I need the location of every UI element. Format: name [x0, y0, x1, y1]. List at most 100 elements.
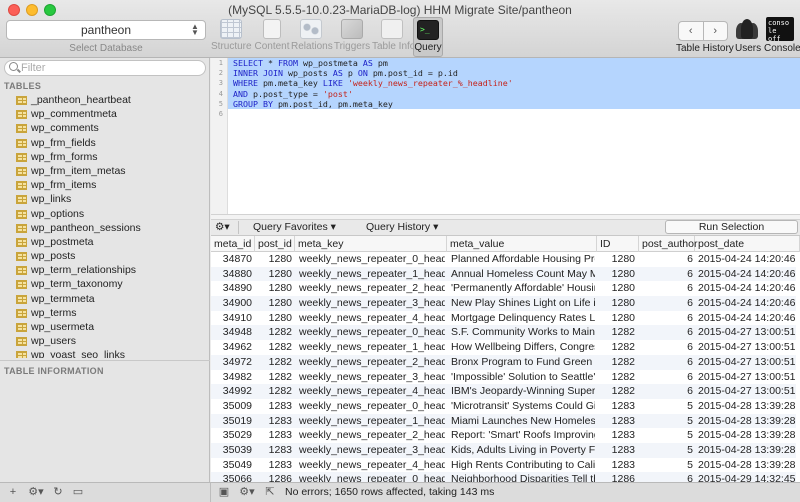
sql-keyword: WHERE	[233, 78, 258, 89]
table-list-item[interactable]: wp_term_relationships	[0, 263, 210, 277]
export-icon[interactable]: ⇱	[263, 485, 277, 500]
results-scrollbar[interactable]	[796, 252, 800, 482]
table-list-item[interactable]: wp_termmeta	[0, 292, 210, 306]
gear-icon[interactable]: ⚙▾	[26, 485, 46, 500]
meta-id-cell: 34992	[222, 385, 252, 398]
console-icon[interactable]: conso le off	[766, 17, 794, 43]
info-icon[interactable]: ▭	[70, 485, 86, 500]
line-number: 3	[218, 79, 223, 88]
table-list-item[interactable]: wp_commentmeta	[0, 107, 210, 121]
refresh-icon[interactable]: ↻	[50, 485, 66, 500]
table-list-item[interactable]: wp_pantheon_sessions	[0, 221, 210, 235]
tab-relations[interactable]: Relations	[291, 19, 333, 55]
table-list-item[interactable]: wp_postmeta	[0, 235, 210, 249]
gear-icon[interactable]: ⚙▾	[237, 485, 257, 500]
filter-placeholder: Filter	[21, 62, 46, 74]
meta-value-cell: Report: 'Smart' Roofs Improving Li...	[451, 429, 595, 442]
column-header[interactable]: meta_id	[211, 236, 255, 252]
id-cell: 1286	[611, 473, 635, 482]
column-header[interactable]: meta_value	[447, 236, 597, 252]
sql-keyword: AS	[332, 68, 343, 79]
meta-value-cell: Mortgage Delinquency Rates Lowe...	[451, 311, 595, 324]
meta-value-cell: Miami Launches New Homeless Ini...	[451, 414, 595, 427]
users-icon[interactable]	[734, 17, 760, 41]
tab-content[interactable]: Content	[252, 19, 292, 55]
table-list-item[interactable]: wp_comments	[0, 121, 210, 135]
table-list-item[interactable]: wp_links	[0, 192, 210, 206]
terminal-icon: >_	[417, 20, 439, 40]
run-selection-button[interactable]: Run Selection	[665, 220, 798, 234]
table-list-item[interactable]: wp_options	[0, 207, 210, 221]
table-list-item[interactable]: wp_terms	[0, 306, 210, 320]
sidebar-splitter[interactable]	[0, 360, 210, 361]
tab-query[interactable]: >_ Query	[413, 17, 443, 57]
tab-table-info[interactable]: Table Info	[372, 19, 415, 55]
table-list-item[interactable]: _pantheon_heartbeat	[0, 93, 210, 107]
post-id-cell: 1283	[268, 458, 292, 471]
post-date-cell: 2015-04-28 13:39:28	[698, 429, 796, 442]
column-header[interactable]: post_id	[255, 236, 295, 252]
table-row[interactable]: 34948 1282 weekly_news_repeater_0_headline…	[211, 325, 796, 341]
table-row[interactable]: 35039 1283 weekly_news_repeater_3_headline…	[211, 442, 796, 458]
tab-triggers[interactable]: Triggers	[332, 19, 372, 55]
query-history-button[interactable]: Query History ▾	[366, 221, 438, 234]
table-list-item[interactable]: wp_yoast_seo_links	[0, 348, 210, 358]
column-header[interactable]: post_date	[695, 236, 800, 252]
sql-keyword: SELECT	[233, 58, 263, 68]
column-header[interactable]: meta_key	[295, 236, 447, 252]
database-select[interactable]: pantheon ▲ ▼	[6, 20, 206, 40]
post-id-cell: 1283	[268, 429, 292, 442]
table-list-item[interactable]: wp_users	[0, 334, 210, 348]
table-row[interactable]: 34880 1280 weekly_news_repeater_1_headline…	[211, 266, 796, 282]
table-row[interactable]: 35029 1283 weekly_news_repeater_2_headline…	[211, 428, 796, 443]
filter-input[interactable]: Filter	[4, 60, 206, 76]
table-list-item[interactable]: wp_term_taxonomy	[0, 277, 210, 291]
sql-text: p.post_type =	[248, 88, 323, 99]
table-list-item[interactable]: wp_usermeta	[0, 320, 210, 334]
status-bar: ▣ ⚙▾ ⇱ No errors; 1650 rows affected, ta…	[211, 482, 800, 502]
table-list-item[interactable]: wp_posts	[0, 249, 210, 263]
table-list-item[interactable]: wp_frm_forms	[0, 150, 210, 164]
table-icon	[16, 110, 27, 120]
table-row[interactable]: 35009 1283 weekly_news_repeater_0_headline…	[211, 399, 796, 414]
table-row[interactable]: 34870 1280 weekly_news_repeater_0_headline…	[211, 252, 796, 267]
table-row[interactable]: 34992 1282 weekly_news_repeater_4_headline…	[211, 384, 796, 399]
add-table-button[interactable]: +	[4, 485, 22, 500]
query-editor[interactable]: 1 2 3 4 5 6 SELECT * FROM wp_postmeta AS…	[211, 58, 800, 214]
table-row[interactable]: 34972 1282 weekly_news_repeater_2_headline…	[211, 354, 796, 370]
column-header[interactable]: post_author	[639, 236, 697, 252]
table-row[interactable]: 34982 1282 weekly_news_repeater_3_headline…	[211, 370, 796, 385]
column-header[interactable]: ID	[597, 236, 639, 252]
table-row[interactable]: 35066 1286 weekly_news_repeater_0_headline…	[211, 472, 796, 482]
table-icon	[16, 195, 27, 205]
post-id-cell: 1280	[268, 311, 292, 324]
meta-id-cell: 35049	[222, 458, 252, 471]
meta-id-cell: 35039	[222, 443, 252, 456]
gear-icon[interactable]: ⚙▾	[215, 221, 239, 234]
post-date-cell: 2015-04-27 13:00:51	[698, 341, 796, 354]
line-number: 5	[218, 99, 223, 108]
table-list-item[interactable]: wp_frm_fields	[0, 136, 210, 150]
show-window-icon[interactable]: ▣	[217, 485, 231, 500]
query-text[interactable]: SELECT * FROM wp_postmeta AS pm INNER JOI…	[228, 58, 800, 119]
table-icon	[16, 351, 27, 358]
query-favorites-button[interactable]: Query Favorites ▾	[253, 221, 336, 234]
meta-id-cell: 34880	[222, 267, 252, 280]
table-list-item[interactable]: wp_frm_item_metas	[0, 164, 210, 178]
history-back-button[interactable]: ‹	[678, 21, 704, 41]
meta-id-cell: 34900	[222, 297, 252, 310]
table-list-item[interactable]: wp_frm_items	[0, 178, 210, 192]
table-row[interactable]: 35049 1283 weekly_news_repeater_4_headline…	[211, 458, 796, 473]
table-row[interactable]: 34900 1280 weekly_news_repeater_3_headline…	[211, 296, 796, 311]
id-cell: 1282	[611, 326, 635, 339]
post-author-cell: 6	[687, 326, 693, 339]
query-line: INNER JOIN wp_posts AS p ON pm.post_id =…	[228, 68, 800, 79]
meta-key-cell: weekly_news_repeater_3_headline	[299, 370, 445, 383]
table-row[interactable]: 34962 1282 weekly_news_repeater_1_headline…	[211, 340, 796, 355]
table-row[interactable]: 34910 1280 weekly_news_repeater_4_headline…	[211, 311, 796, 326]
history-forward-button[interactable]: ›	[703, 21, 728, 41]
table-row[interactable]: 34890 1280 weekly_news_repeater_2_headline…	[211, 281, 796, 296]
tab-structure[interactable]: Structure	[211, 19, 252, 55]
table-row[interactable]: 35019 1283 weekly_news_repeater_1_headline…	[211, 413, 796, 429]
sql-keyword: ON	[357, 68, 368, 79]
